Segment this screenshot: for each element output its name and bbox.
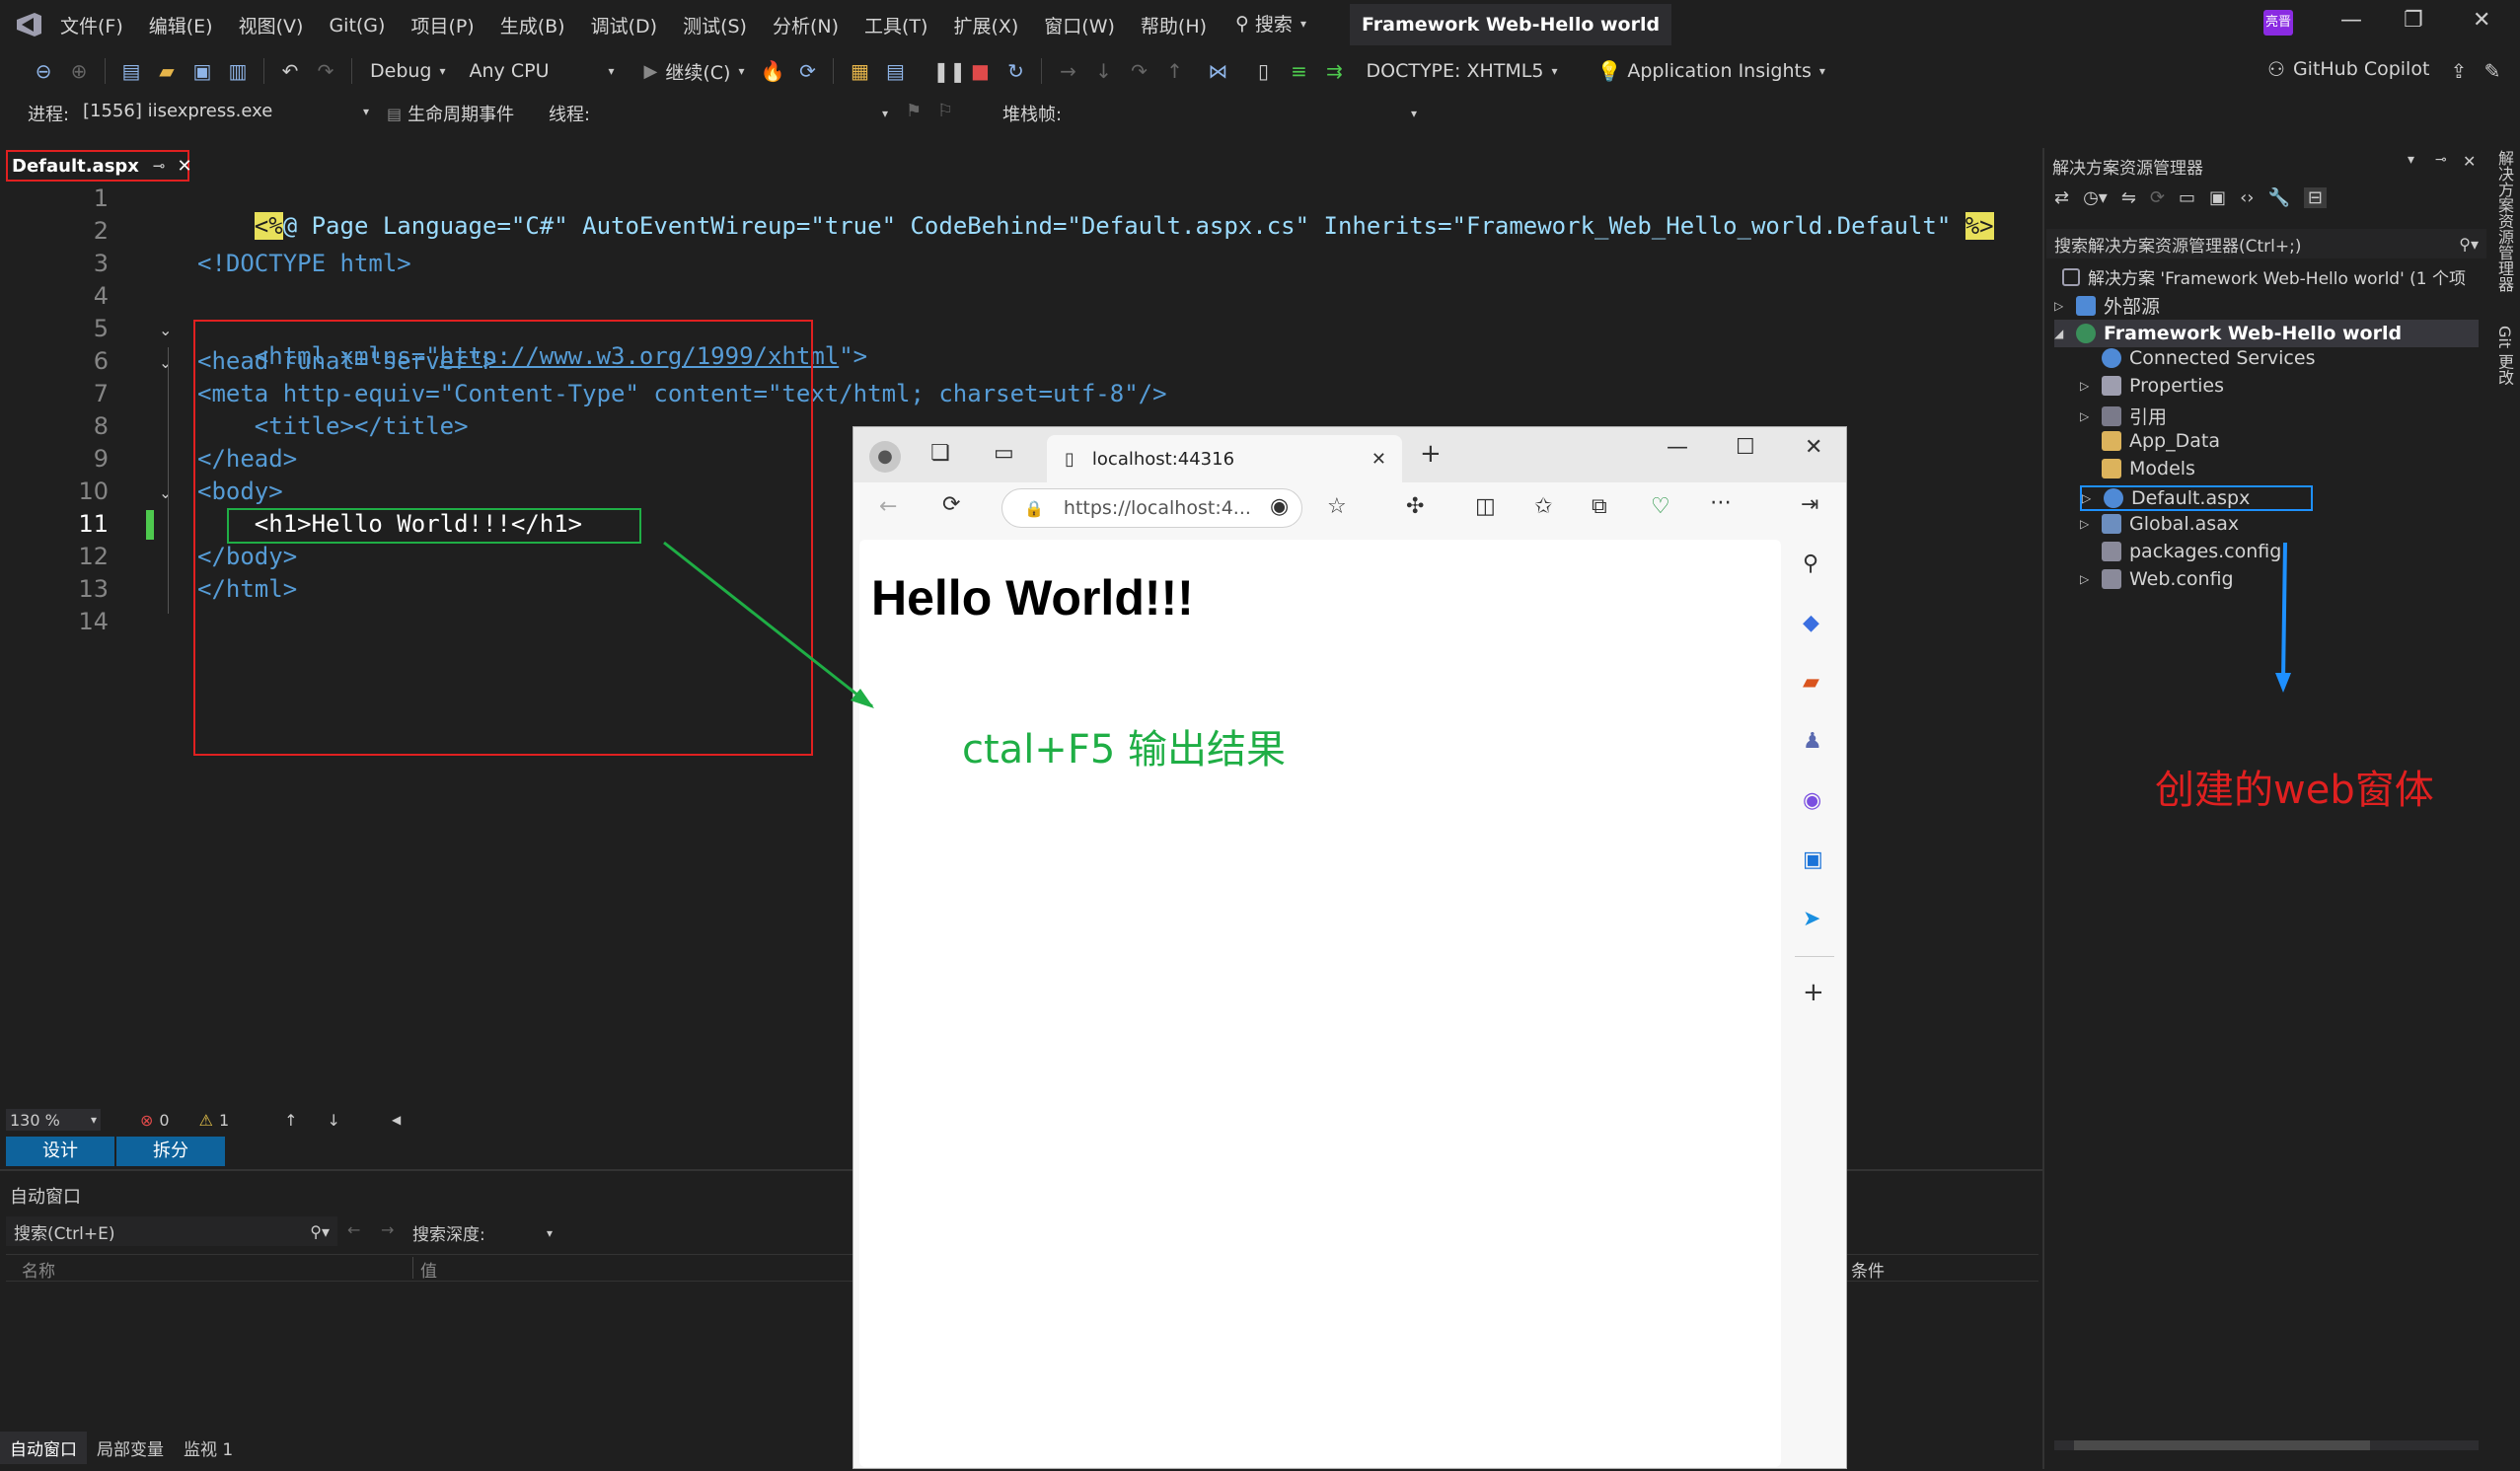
blue-arrow-head [2275, 673, 2291, 693]
green-arrow [663, 541, 873, 708]
annotation-arrows [663, 541, 2291, 708]
blue-arrow [2281, 542, 2287, 682]
